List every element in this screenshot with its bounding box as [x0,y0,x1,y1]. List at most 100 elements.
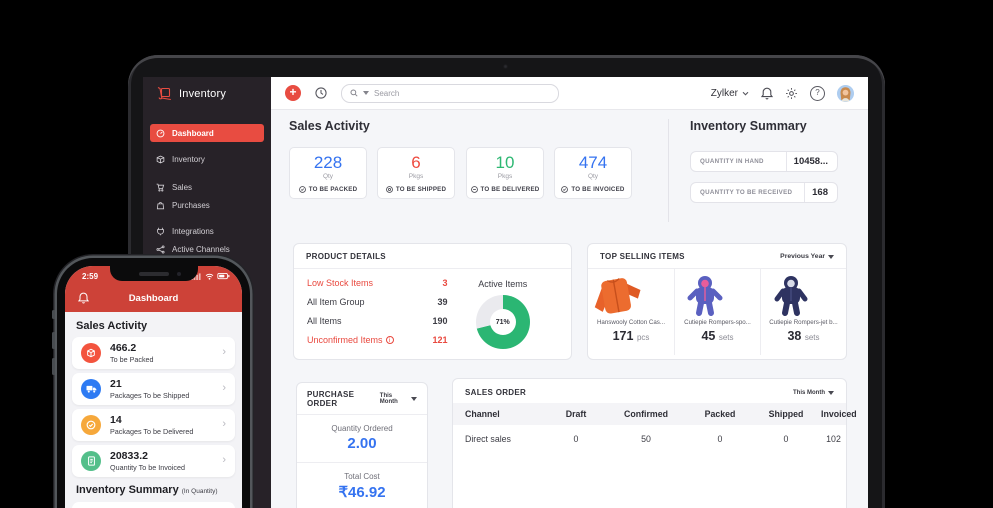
sidebar-item-sales[interactable]: Sales [150,178,264,196]
top-selling-item[interactable]: Cutiepie Rompers-jet b... 38 sets [760,269,846,355]
sidebar-item-inventory[interactable]: Inventory [150,150,264,168]
sidebar-item-active-channels[interactable]: Active Channels [150,240,264,258]
to-be-invoiced-card[interactable]: 474 Qty TO BE INVOICED [554,147,632,199]
unconfirmed-items-row[interactable]: Unconfirmed Itemsi 121 [307,331,448,350]
box-icon [156,155,165,164]
search-placeholder: Search [374,89,399,98]
notifications-bell-icon[interactable] [761,87,773,100]
top-selling-filter-dropdown[interactable]: Previous Year [780,253,834,260]
inventory-summary-title: Inventory Summary [690,119,807,133]
chevron-right-icon: › [222,454,226,466]
product-details-title: PRODUCT DETAILS [306,252,386,261]
cardigan-product-image [588,273,648,317]
user-avatar[interactable] [837,85,854,102]
invoiced-status-icon [561,186,568,193]
topbar: + Search [271,77,868,110]
chevron-right-icon: › [222,382,226,394]
top-selling-item[interactable]: Cutiepie Rompers-spo... 45 sets [674,269,760,355]
recent-activity-icon[interactable] [314,86,328,100]
phone-inventory-summary-title: Inventory Summary (In Quantity) [76,484,218,496]
packed-status-icon [299,186,306,193]
to-be-invoiced-card[interactable]: 20833.2 Quantity To be Invoiced › [72,445,235,477]
package-icon [81,343,101,363]
purchase-order-filter-dropdown[interactable]: This Month [380,393,417,405]
sales-order-card: SALES ORDER This Month Channel Draft Con… [452,378,847,508]
battery-icon [217,273,230,280]
romper-navy-product-image [761,273,821,317]
to-be-packed-card[interactable]: 228 Qty TO BE PACKED [289,147,367,199]
quantity-ordered-label: Quantity Ordered [297,424,427,433]
app-logo-label: Inventory [179,88,226,100]
quantity-ordered-value: 2.00 [297,435,427,452]
tablet-camera [503,64,508,69]
sidebar-item-purchases[interactable]: Purchases [150,196,264,214]
scene: Inventory Dashboard Inventory [0,0,993,508]
total-cost-label: Total Cost [297,472,427,481]
phone-front-camera [177,272,181,276]
org-switcher[interactable]: Zylker [711,88,749,99]
table-row[interactable]: Direct sales 0 50 0 0 102 [453,425,846,453]
phone-nav-bar: Dashboard [65,286,242,312]
top-selling-title: TOP SELLING ITEMS [600,252,685,261]
sales-order-table: Channel Draft Confirmed Packed Shipped I… [453,403,846,453]
to-be-delivered-card[interactable]: 14 Packages To be Delivered › [72,409,235,441]
shipped-status-icon [386,186,393,193]
phone-screen: 2:59 [65,266,242,508]
search-scope-caret-icon [363,91,369,95]
settings-gear-icon[interactable] [785,87,798,100]
quantity-to-be-received-pill[interactable]: QUANTITY TO BE RECEIVED 168 [690,182,838,203]
to-be-shipped-card[interactable]: 6 Pkgs TO BE SHIPPED [377,147,455,199]
chevron-down-icon [742,91,749,96]
active-items-label: Active Items [448,279,558,289]
total-cost-value: ₹46.92 [297,483,427,501]
to-be-packed-card[interactable]: 466.2 To be Packed › [72,337,235,369]
search-input[interactable]: Search [341,84,559,103]
phone-volume-down-button [52,358,55,375]
bag-icon [156,201,165,210]
truck-icon [81,379,101,399]
phone-volume-up-button [52,332,55,349]
to-be-delivered-card[interactable]: 10 Pkgs TO BE DELIVERED [466,147,544,199]
top-selling-items-card: TOP SELLING ITEMS Previous Year [587,243,847,360]
info-icon: i [386,336,394,344]
chevron-right-icon: › [222,418,226,430]
delivered-status-icon [471,186,478,193]
help-icon[interactable]: ? [810,86,825,101]
phone-mute-switch [52,310,55,319]
channels-icon [156,245,165,254]
integrations-icon [156,227,165,236]
product-details-card: PRODUCT DETAILS Low Stock Items 3 All It… [293,243,572,360]
sidebar-item-integrations[interactable]: Integrations [150,222,264,240]
summary-card-partial[interactable] [72,502,235,508]
chevron-right-icon: › [222,346,226,358]
quick-create-button[interactable]: + [285,85,301,101]
phone-speaker [139,272,169,276]
low-stock-row[interactable]: Low Stock Items 3 [307,273,448,292]
sales-order-filter-dropdown[interactable]: This Month [793,390,834,396]
all-items-row[interactable]: All Items 190 [307,311,448,330]
phone-sales-activity-title: Sales Activity [76,320,147,332]
phone-body: Sales Activity 466.2 To be Packed › [65,312,242,508]
divider [297,462,427,463]
quantity-in-hand-pill[interactable]: QUANTITY IN HAND 10458... [690,151,838,172]
all-item-group-row[interactable]: All Item Group 39 [307,292,448,311]
section-divider [668,119,669,222]
app-logo: Inventory [156,86,226,102]
search-icon [350,89,358,97]
topbar-right: Zylker ? [711,85,854,102]
top-selling-item[interactable]: Hanswooly Cotton Cas... 171 pcs [588,269,674,355]
phone-notch [110,266,198,281]
status-time: 2:59 [82,272,98,281]
phone-status-bar: 2:59 [65,266,242,286]
handtruck-logo-icon [156,86,172,102]
sales-activity-title: Sales Activity [289,119,370,133]
to-be-shipped-card[interactable]: 21 Packages To be Shipped › [72,373,235,405]
main-content: + Search [271,77,868,508]
phone-device-frame: 2:59 [57,258,250,508]
check-icon [81,415,101,435]
invoice-icon [81,451,101,471]
romper-product-image [675,273,735,317]
sidebar-item-dashboard[interactable]: Dashboard [150,124,264,142]
dashboard-icon [156,129,165,138]
tablet-screen: Inventory Dashboard Inventory [143,77,868,508]
